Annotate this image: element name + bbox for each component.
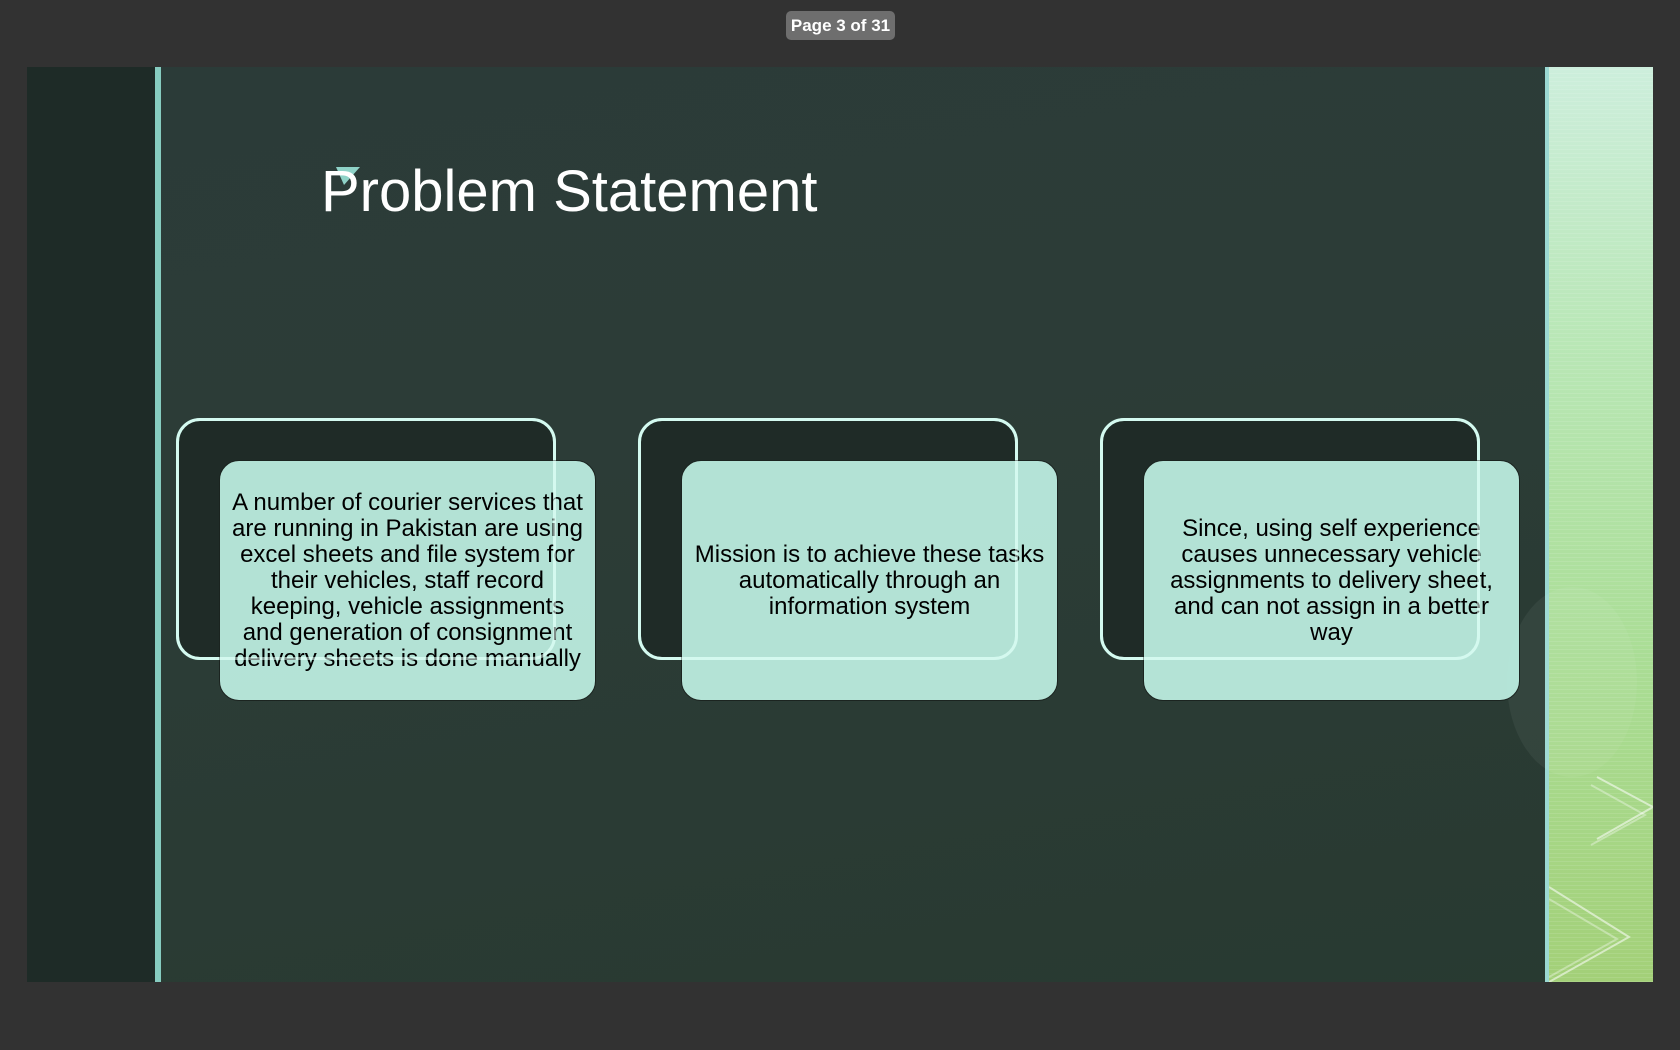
card-content-box: A number of courier services that are ru… xyxy=(219,460,596,701)
slide-left-panel xyxy=(27,67,155,982)
problem-card-2: Mission is to achieve these tasks automa… xyxy=(638,418,1058,704)
slide-left-accent-line xyxy=(155,67,161,982)
card-text: Since, using self experience causes unne… xyxy=(1170,514,1493,646)
chevron-decoration-icon xyxy=(1549,776,1653,982)
card-text: Mission is to achieve these tasks automa… xyxy=(694,540,1045,620)
slide-title: Problem Statement xyxy=(321,159,818,224)
slide: Problem Statement A number of courier se… xyxy=(27,67,1653,982)
slide-right-decorative-panel xyxy=(1545,67,1653,982)
decorative-circle xyxy=(1507,587,1637,777)
problem-card-3: Since, using self experience causes unne… xyxy=(1100,418,1520,704)
card-content-box: Since, using self experience causes unne… xyxy=(1143,460,1520,701)
card-text: A number of courier services that are ru… xyxy=(232,488,583,672)
problem-card-1: A number of courier services that are ru… xyxy=(176,418,596,704)
page-indicator: Page 3 of 31 xyxy=(786,11,895,40)
card-content-box: Mission is to achieve these tasks automa… xyxy=(681,460,1058,701)
